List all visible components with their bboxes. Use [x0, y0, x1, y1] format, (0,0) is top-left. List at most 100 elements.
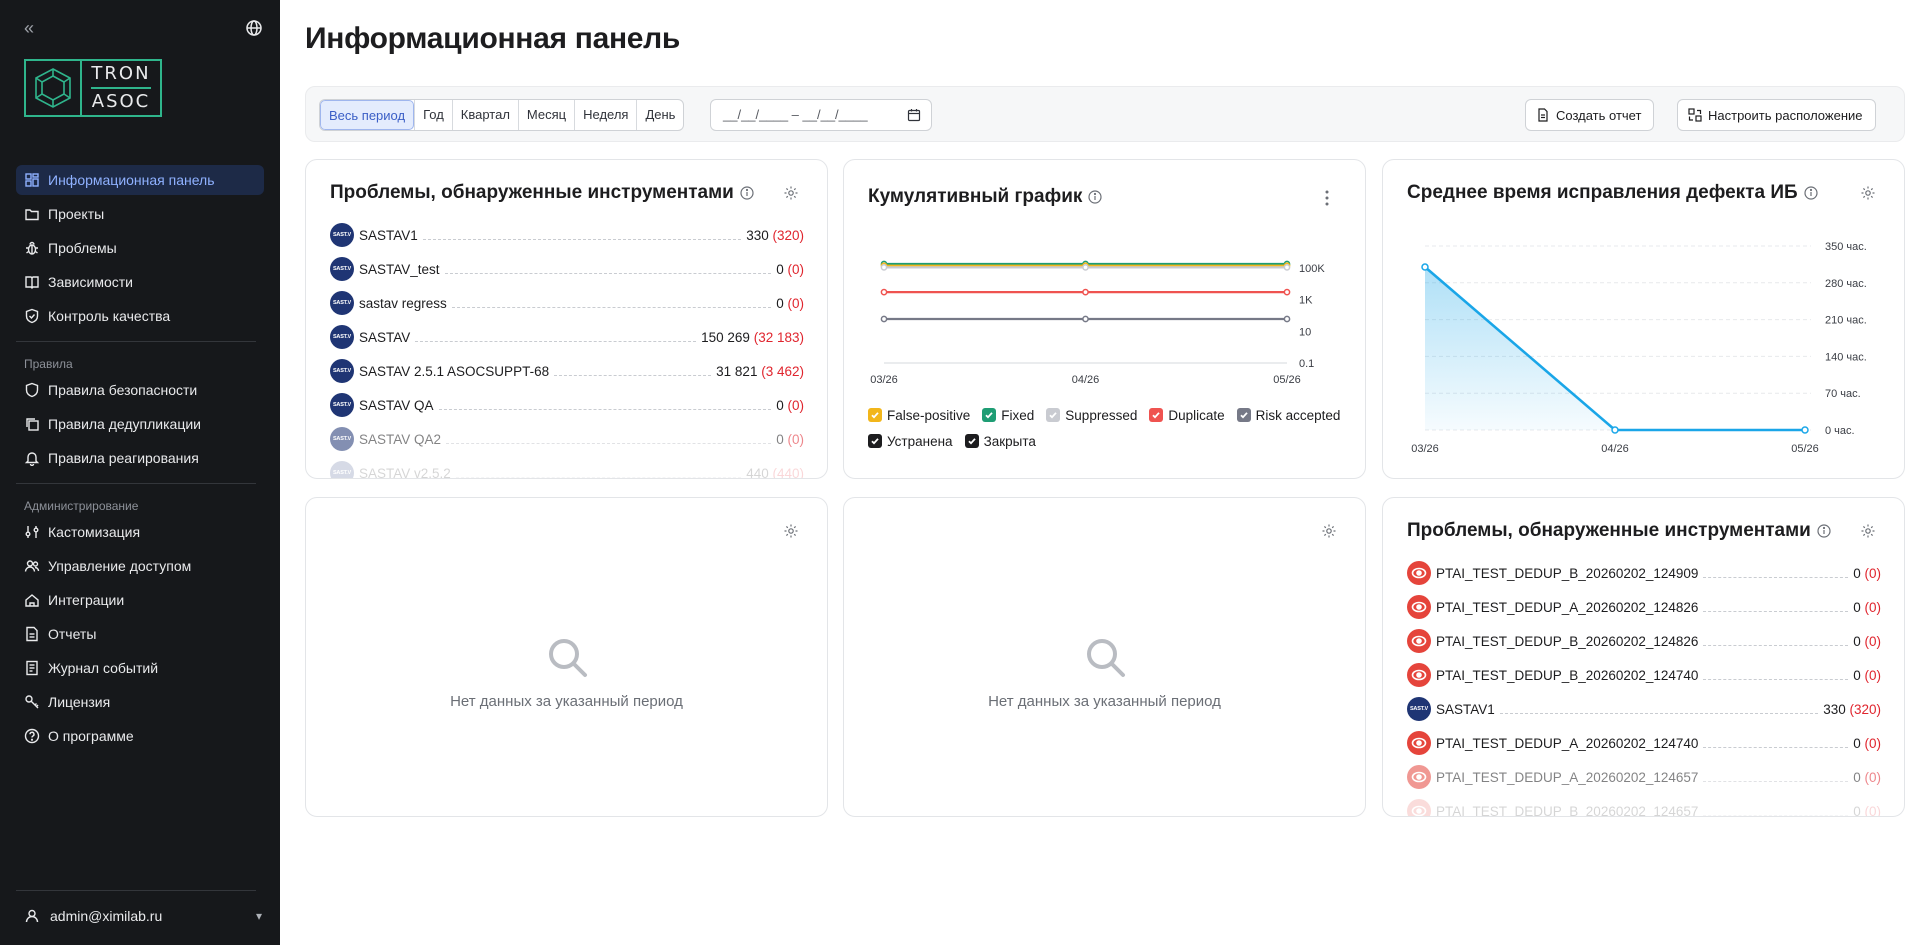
tool-row[interactable]: SAST.V SASTAV 150 269 (32 183)	[330, 320, 804, 354]
data-point[interactable]	[1082, 288, 1089, 296]
tool-row[interactable]: SAST.V SASTAV_test 0 (0)	[330, 252, 804, 286]
tool-row[interactable]: PTAI_TEST_DEDUP_A_20260202_124826 0 (0)	[1407, 590, 1881, 624]
nav-item-license[interactable]: Лицензия	[16, 687, 264, 717]
legend-item[interactable]: Закрыта	[964, 428, 1036, 454]
nav-label: Интеграции	[48, 592, 125, 608]
tool-row[interactable]: PTAI_TEST_DEDUP_B_20260202_124909 0 (0)	[1407, 556, 1881, 590]
nav-item-access[interactable]: Управление доступом	[16, 551, 264, 581]
nav-item-quality-control[interactable]: Контроль качества	[16, 301, 264, 331]
tool-count: 440 (440)	[746, 465, 804, 479]
data-point[interactable]	[880, 288, 888, 296]
tool-row[interactable]: SAST.V SASTAV 2.5.1 ASOCSUPPT-68 31 821 (3…	[330, 354, 804, 388]
mttr-chart: 0 час. 70 час. 140 час. 210 час. 280 час. 350…	[1411, 241, 1867, 455]
area-fill	[1425, 267, 1805, 430]
new-issue-count: (0)	[1864, 633, 1882, 649]
legend-item[interactable]: Suppressed	[1046, 402, 1137, 428]
period-year[interactable]: Год	[414, 100, 452, 130]
nav-item-integrations[interactable]: Интеграции	[16, 585, 264, 615]
tool-count: 0 (0)	[1853, 634, 1881, 649]
period-month[interactable]: Месяц	[517, 100, 574, 130]
tool-count: 330 (320)	[1823, 702, 1881, 717]
data-point[interactable]	[1801, 426, 1809, 434]
tool-row[interactable]: PTAI_TEST_DEDUP_A_20260202_124657 0 (0)	[1407, 760, 1881, 794]
data-point[interactable]	[1611, 426, 1619, 434]
tool-row[interactable]: SAST.V SASTAV1 330 (320)	[330, 218, 804, 252]
legend-label: Risk accepted	[1255, 407, 1341, 423]
tool-count: 0 (0)	[1853, 770, 1881, 785]
nav-item-dependencies[interactable]: Зависимости	[16, 267, 264, 297]
mttr-card: Среднее время исправления дефекта ИБ 0 ч…	[1382, 159, 1905, 479]
checkbox-checked-icon[interactable]	[964, 434, 979, 448]
new-issue-count: (440)	[772, 465, 804, 479]
info-icon[interactable]	[1817, 524, 1831, 538]
tool-row[interactable]: SAST.V sastav regress 0 (0)	[330, 286, 804, 320]
nav-item-reports[interactable]: Отчеты	[16, 619, 264, 649]
legend-item[interactable]: Fixed	[982, 402, 1034, 428]
data-point[interactable]	[1283, 288, 1291, 296]
new-issue-count: (0)	[1864, 803, 1882, 817]
nav-item-customization[interactable]: Кастомизация	[16, 517, 264, 547]
period-week[interactable]: Неделя	[574, 100, 636, 130]
leader-dots	[1703, 576, 1849, 578]
nav-item-projects[interactable]: Проекты	[16, 199, 264, 229]
nav-item-security-rules[interactable]: Правила безопасности	[16, 375, 264, 405]
tool-row[interactable]: SAST.V SASTAV1 330 (320)	[1407, 692, 1881, 726]
collapse-sidebar-icon[interactable]: «	[24, 18, 44, 38]
info-icon[interactable]	[740, 186, 754, 200]
globe-icon[interactable]	[245, 19, 263, 37]
page-title: Информационная панель	[305, 22, 681, 55]
legend-item[interactable]: Risk accepted	[1236, 402, 1341, 428]
checkbox-checked-icon[interactable]	[868, 434, 882, 448]
sastav-tool-icon: SAST.V	[330, 393, 354, 417]
user-icon	[25, 909, 39, 923]
legend-item[interactable]: Устранена	[868, 428, 953, 454]
checkbox-checked-icon[interactable]	[1236, 408, 1251, 422]
calendar-icon[interactable]	[907, 108, 921, 122]
legend-label: False-positive	[887, 407, 971, 423]
create-report-button[interactable]: Создать отчет	[1525, 99, 1655, 131]
data-point[interactable]	[1283, 315, 1291, 323]
tool-row[interactable]: PTAI_TEST_DEDUP_B_20260202_124740 0 (0)	[1407, 658, 1881, 692]
period-all[interactable]: Весь период	[320, 100, 415, 130]
chevron-down-icon[interactable]: ▾	[256, 909, 262, 923]
sastav-tool-icon: SAST.V	[330, 291, 354, 315]
data-point[interactable]	[880, 315, 888, 323]
tool-row[interactable]: PTAI_TEST_DEDUP_B_20260202_124826 0 (0)	[1407, 624, 1881, 658]
tool-row[interactable]: PTAI_TEST_DEDUP_B_20260202_124657 0 (0)	[1407, 794, 1882, 817]
nav-item-dedup-rules[interactable]: Правила дедупликации	[16, 409, 264, 439]
checkbox-checked-icon[interactable]	[982, 408, 997, 422]
user-menu[interactable]: admin@ximilab.ru ▾	[24, 904, 262, 928]
issue-count: 0	[776, 261, 784, 277]
checkbox-checked-icon[interactable]	[868, 408, 882, 422]
data-point[interactable]	[1082, 263, 1089, 271]
gear-icon[interactable]	[1860, 523, 1876, 539]
data-point[interactable]	[880, 263, 888, 271]
nav-item-event-log[interactable]: Журнал событий	[16, 653, 264, 683]
legend-item[interactable]: False-positive	[868, 402, 970, 428]
tool-row[interactable]: SAST.V SASTAV QA2 0 (0)	[330, 422, 804, 456]
leader-dots	[1703, 814, 1849, 816]
nav-item-issues[interactable]: Проблемы	[16, 233, 264, 263]
period-quarter[interactable]: Квартал	[451, 100, 518, 130]
tool-row[interactable]: SAST.V SASTAV QA 0 (0)	[330, 388, 804, 422]
tool-row[interactable]: PTAI_TEST_DEDUP_A_20260202_124740 0 (0)	[1407, 726, 1881, 760]
data-point[interactable]	[1283, 263, 1291, 271]
nav-label: О программе	[48, 728, 134, 744]
tool-row[interactable]: SAST.V SASTAV v2.5.2 440 (440)	[330, 456, 804, 479]
data-point[interactable]	[1421, 263, 1429, 271]
checkbox-checked-icon[interactable]	[1149, 408, 1164, 422]
period-day[interactable]: День	[636, 100, 683, 130]
date-range-input[interactable]: __/__/____ – __/__/____	[710, 99, 932, 131]
gear-icon[interactable]	[783, 185, 799, 201]
nav-divider	[16, 890, 256, 891]
tron-asoc-logo[interactable]: TRON ASOC	[24, 59, 162, 117]
configure-layout-button[interactable]: Настроить расположение	[1677, 99, 1876, 131]
nav-item-dashboard[interactable]: Информационная панель	[16, 165, 264, 195]
checkbox-checked-icon[interactable]	[1046, 408, 1061, 422]
legend-item[interactable]: Duplicate	[1149, 402, 1225, 428]
data-point[interactable]	[1082, 315, 1089, 323]
nav-item-response-rules[interactable]: Правила реагирования	[16, 443, 264, 473]
period-selector: Весь период Год Квартал Месяц Неделя Ден…	[319, 99, 685, 131]
new-issue-count: (0)	[787, 397, 805, 413]
nav-item-about[interactable]: О программе	[16, 721, 264, 751]
